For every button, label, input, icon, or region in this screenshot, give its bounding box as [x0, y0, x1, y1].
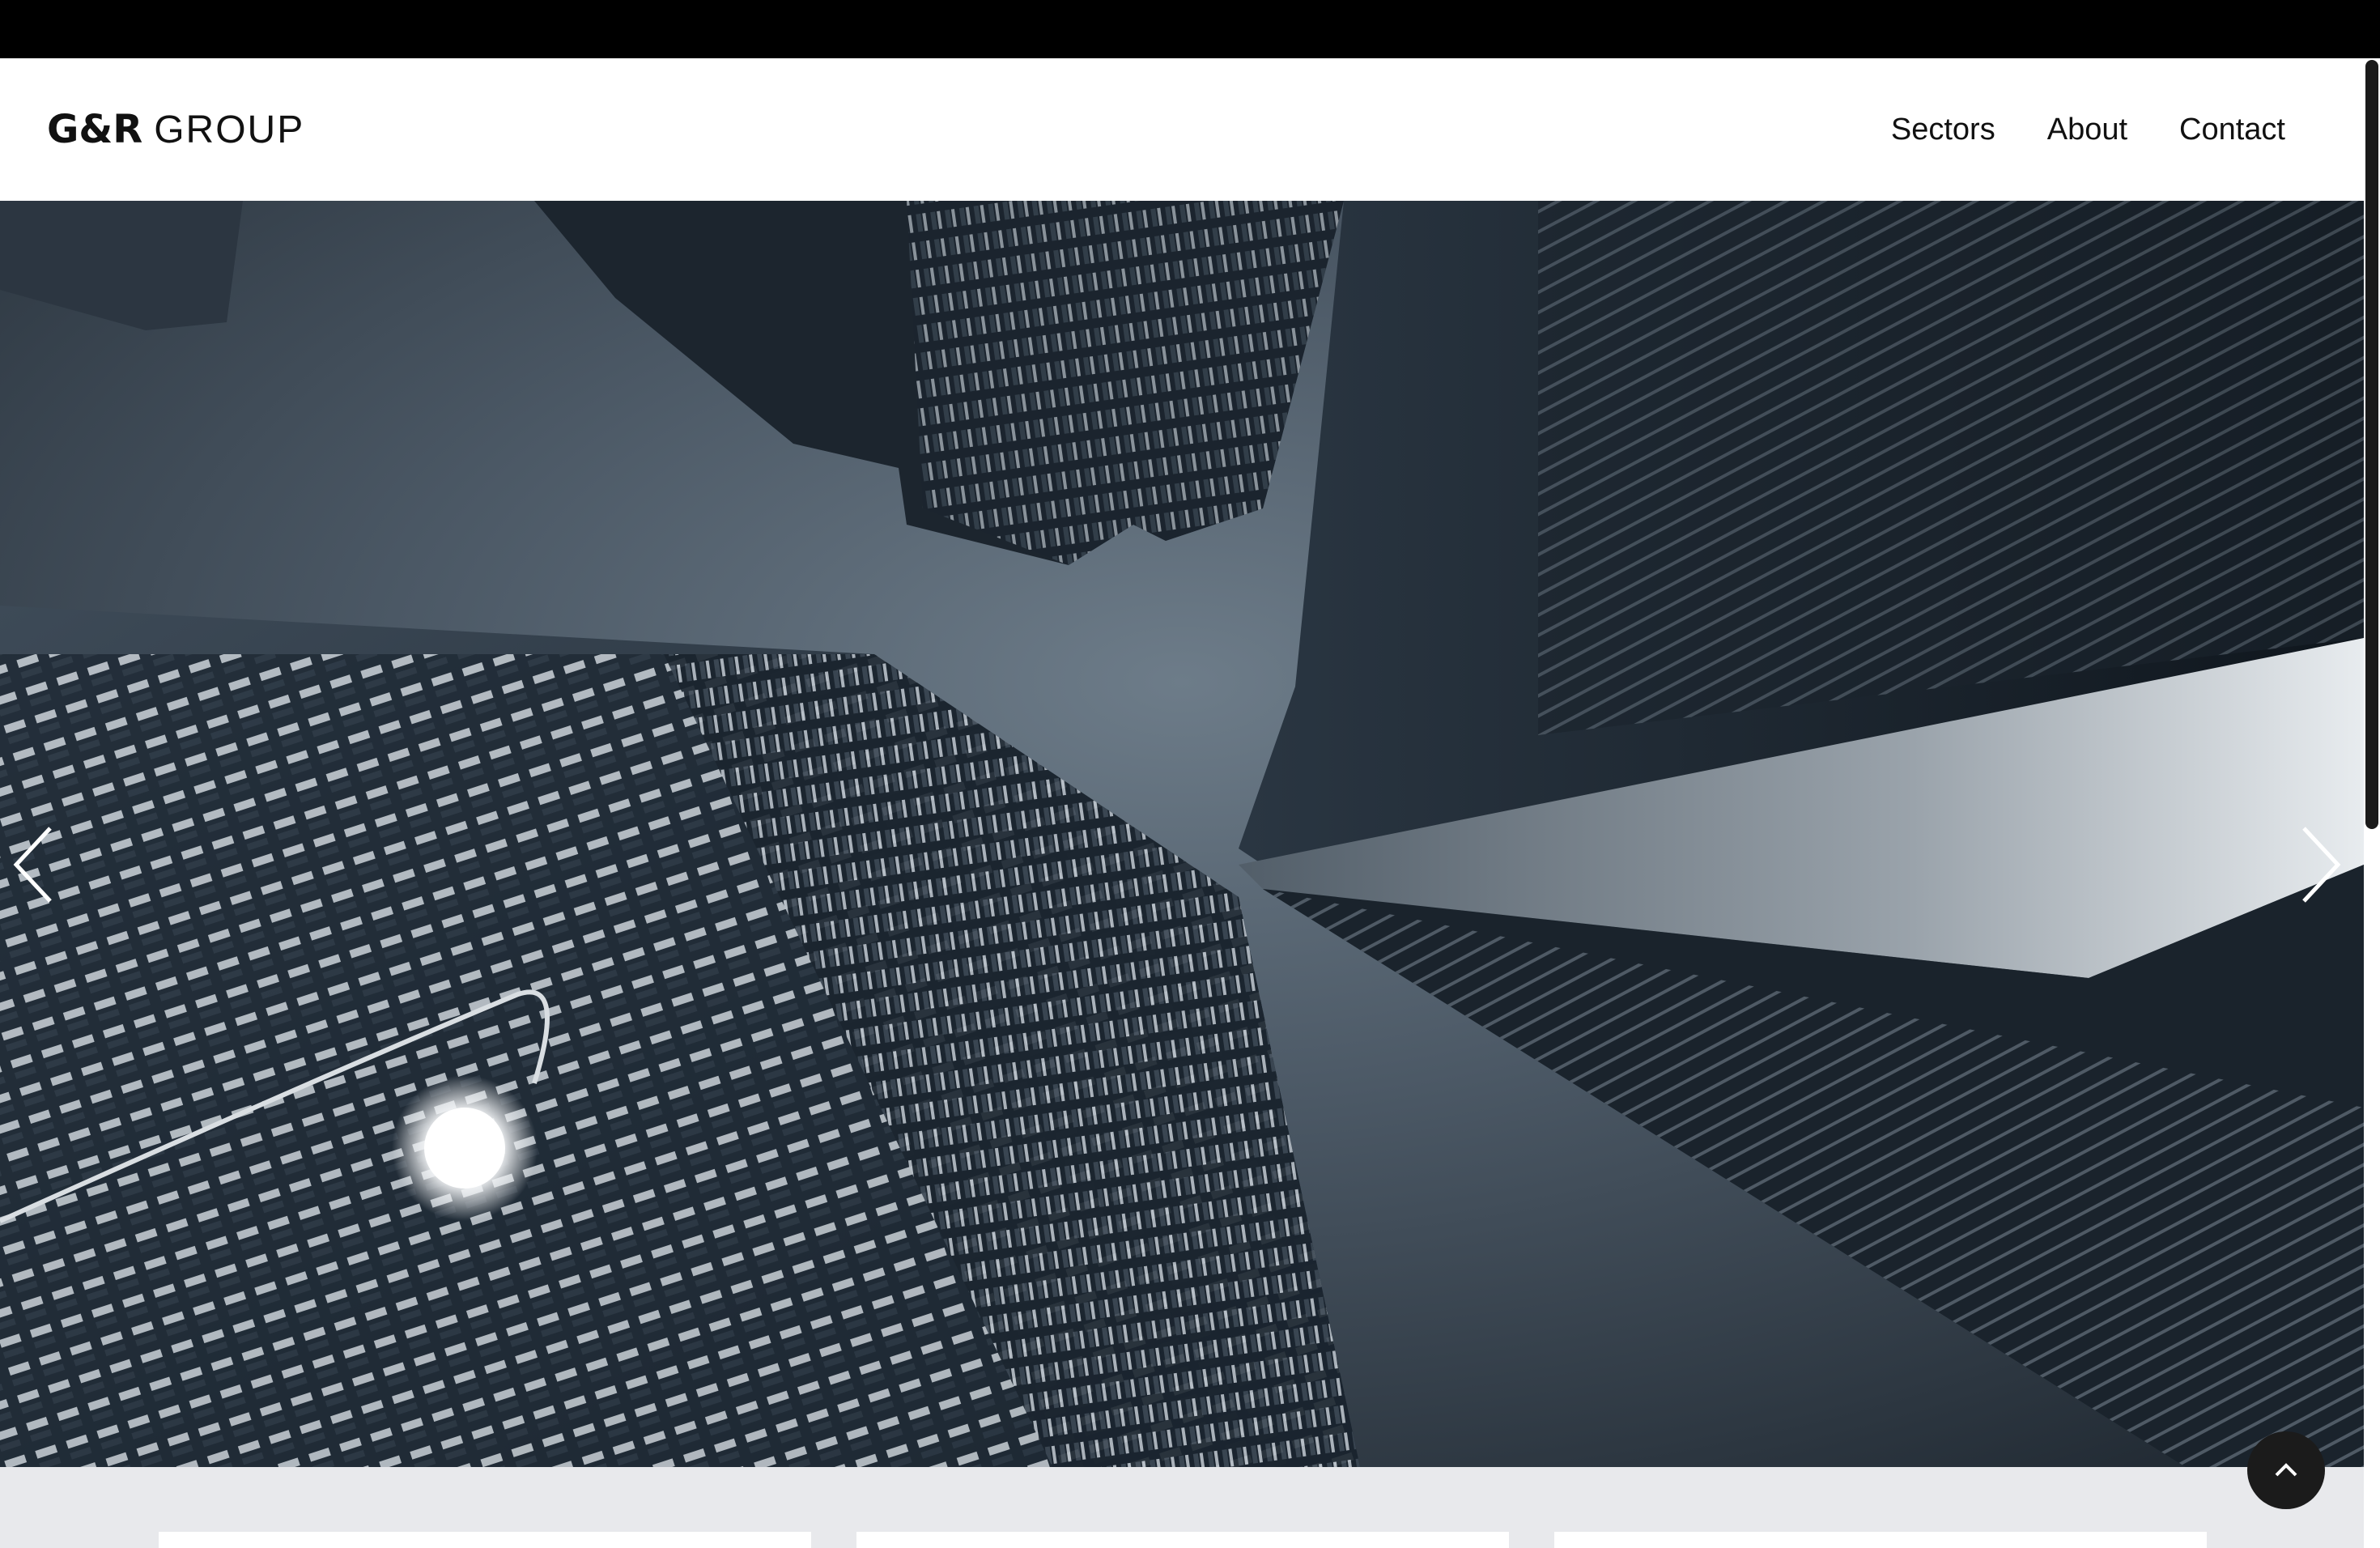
logo-light-text: GROUP [154, 108, 305, 151]
skyscrapers-photo [0, 201, 2364, 1467]
chevron-up-icon [2275, 1463, 2297, 1477]
back-to-top-button[interactable] [2247, 1431, 2325, 1509]
carousel-prev-button[interactable] [10, 824, 68, 921]
website: G&R GROUP Sectors About Contact [0, 58, 2364, 1548]
logo-bold-text: G&R [47, 107, 143, 152]
scrollbar-thumb[interactable] [2365, 60, 2378, 829]
cards-section [0, 1467, 2364, 1548]
card[interactable] [159, 1532, 811, 1548]
nav-item-sectors[interactable]: Sectors [1891, 113, 1995, 147]
nav-item-contact[interactable]: Contact [2179, 113, 2285, 147]
carousel-next-button[interactable] [2296, 824, 2354, 921]
browser-viewport: G&R GROUP Sectors About Contact [0, 0, 2380, 1548]
logo[interactable]: G&R GROUP [47, 105, 304, 154]
hero-carousel [0, 201, 2364, 1467]
chevron-right-icon [2302, 827, 2341, 903]
card[interactable] [1554, 1532, 2207, 1548]
card[interactable] [856, 1532, 1509, 1548]
chevron-left-icon [13, 827, 52, 903]
top-bar [0, 0, 2380, 58]
site-header: G&R GROUP Sectors About Contact [0, 58, 2364, 201]
main-nav: Sectors About Contact [1891, 105, 2285, 154]
nav-item-about[interactable]: About [2047, 113, 2127, 147]
